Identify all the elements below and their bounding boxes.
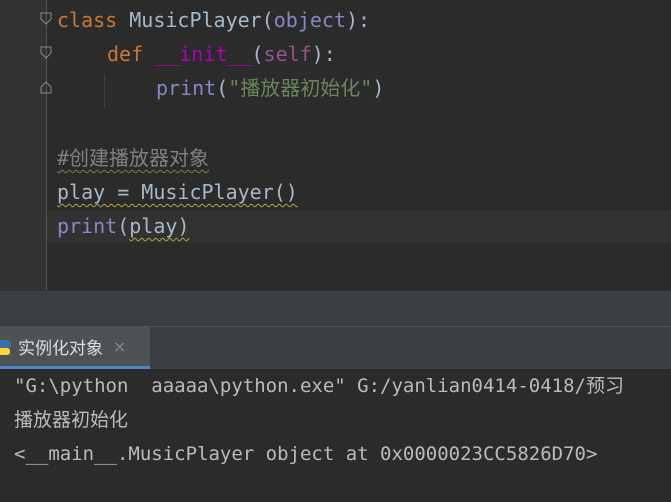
punctuation: ):: [311, 42, 336, 66]
run-toolbar: 实例化对象 ×: [0, 326, 671, 370]
code-line-3[interactable]: print("播放器初始化"): [156, 72, 384, 105]
punctuation: ): [372, 76, 385, 100]
fold-def-icon[interactable]: [40, 46, 52, 60]
run-tab-label: 实例化对象: [18, 339, 103, 359]
punctuation: (: [251, 42, 264, 66]
keyword-def: def: [107, 42, 144, 66]
code-line-1[interactable]: class MusicPlayer(object):: [57, 4, 370, 37]
editor-gutter: [0, 0, 46, 290]
argument: play: [129, 214, 178, 238]
gutter-divider: [46, 0, 47, 290]
panel-splitter[interactable]: [0, 290, 671, 327]
comment: #创建播放器对象: [57, 146, 210, 170]
keyword-class: class: [57, 8, 118, 32]
fold-class-icon[interactable]: [40, 12, 52, 26]
indent-guide: [104, 74, 105, 108]
self-param: self: [263, 42, 312, 66]
output-line-object: <__main__.MusicPlayer object at 0x000002…: [14, 443, 598, 465]
punctuation: ): [177, 214, 190, 238]
output-line-print: 播放器初始化: [14, 409, 129, 431]
class-name: MusicPlayer(: [117, 8, 274, 32]
base-class: object: [273, 8, 347, 32]
assignment: play = MusicPlayer(): [57, 180, 298, 204]
fold-end-icon[interactable]: [40, 80, 52, 94]
builtin-print: print: [57, 214, 118, 238]
code-line-2[interactable]: def __init__(self):: [107, 38, 336, 71]
output-line-command: "G:\python aaaaa\python.exe" G:/yanlian0…: [14, 375, 624, 397]
code-line-4[interactable]: #创建播放器对象: [57, 142, 209, 175]
punctuation: (: [117, 214, 130, 238]
console-output[interactable]: "G:\python aaaaa\python.exe" G:/yanlian0…: [0, 369, 671, 502]
method-name: __init__: [155, 42, 252, 66]
punctuation: (: [216, 76, 229, 100]
run-tab[interactable]: 实例化对象 ×: [0, 327, 150, 369]
code-line-6[interactable]: print(play): [57, 210, 189, 243]
code-editor[interactable]: class MusicPlayer(object): def __init__(…: [0, 0, 671, 290]
python-icon: [0, 339, 11, 355]
string-literal: "播放器初始化": [228, 76, 373, 100]
code-line-5[interactable]: play = MusicPlayer(): [57, 176, 298, 209]
close-icon[interactable]: ×: [113, 337, 126, 356]
punctuation: ):: [346, 8, 371, 32]
builtin-print: print: [156, 76, 217, 100]
